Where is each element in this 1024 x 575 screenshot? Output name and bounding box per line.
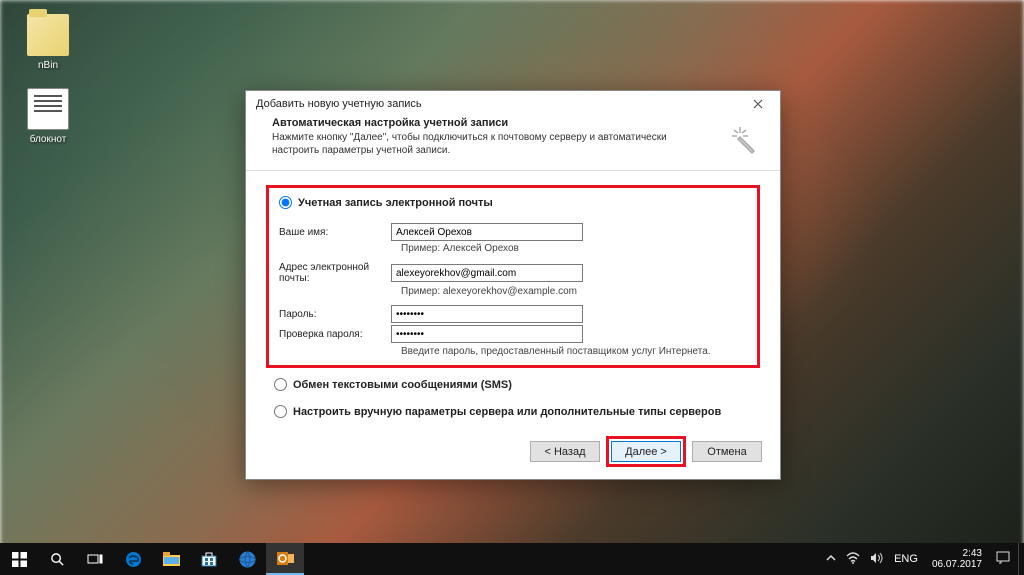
show-desktop-peek[interactable]: [1018, 543, 1024, 575]
start-button[interactable]: [0, 543, 38, 575]
next-button-highlight: Далее >: [606, 436, 686, 467]
folder-icon: [27, 14, 69, 56]
dialog-titlebar[interactable]: Добавить новую учетную запись: [246, 91, 780, 115]
cancel-button[interactable]: Отмена: [692, 441, 762, 462]
volume-icon[interactable]: [870, 552, 884, 567]
taskbar-explorer[interactable]: [152, 543, 190, 575]
password-input[interactable]: [391, 305, 583, 323]
taskbar-outlook[interactable]: [266, 543, 304, 575]
explorer-icon: [163, 552, 180, 566]
desktop-icon-label: блокнот: [18, 134, 78, 145]
add-account-dialog: Добавить новую учетную запись Автоматиче…: [245, 90, 781, 480]
clock-time: 2:43: [932, 548, 982, 560]
name-label: Ваше имя:: [279, 227, 391, 238]
clock-date: 06.07.2017: [932, 559, 982, 571]
taskbar-search[interactable]: [38, 543, 76, 575]
name-input[interactable]: [391, 223, 583, 241]
radio-manual-input[interactable]: [274, 405, 287, 418]
email-example: Пример: alexeyorekhov@example.com: [401, 286, 747, 297]
taskbar-taskview[interactable]: [76, 543, 114, 575]
taskbar-store[interactable]: [190, 543, 228, 575]
email-option-highlight: Учетная запись электронной почты Ваше им…: [266, 185, 760, 368]
taskbar-edge[interactable]: [114, 543, 152, 575]
radio-email-label: Учетная запись электронной почты: [298, 197, 493, 209]
password-confirm-input[interactable]: [391, 325, 583, 343]
outlook-icon: [277, 550, 294, 567]
desktop-icon-label: nBin: [18, 60, 78, 71]
clock[interactable]: 2:43 06.07.2017: [928, 548, 986, 571]
password-hint: Введите пароль, предоставленный поставщи…: [401, 346, 747, 357]
radio-email-input[interactable]: [279, 196, 292, 209]
dialog-body: Учетная запись электронной почты Ваше им…: [246, 171, 780, 442]
tray-chevron-icon[interactable]: [826, 552, 836, 566]
email-input[interactable]: [391, 264, 583, 282]
radio-sms-input[interactable]: [274, 378, 287, 391]
radio-manual[interactable]: Настроить вручную параметры сервера или …: [274, 405, 760, 418]
windows-icon: [12, 552, 27, 567]
dialog-footer: < Назад Далее > Отмена: [530, 436, 762, 467]
taskbar-spacer: [304, 543, 818, 575]
wizard-icon: [726, 121, 762, 157]
globe-icon: [239, 551, 256, 568]
radio-manual-label: Настроить вручную параметры сервера или …: [293, 406, 721, 418]
radio-sms-label: Обмен текстовыми сообщениями (SMS): [293, 379, 512, 391]
close-button[interactable]: [744, 95, 772, 113]
search-icon: [50, 552, 65, 567]
radio-email-account[interactable]: Учетная запись электронной почты: [279, 196, 747, 209]
password2-label: Проверка пароля:: [279, 329, 391, 340]
dialog-header: Автоматическая настройка учетной записи …: [246, 115, 780, 171]
dialog-title: Добавить новую учетную запись: [256, 98, 422, 110]
email-label: Адрес электронной почты:: [279, 262, 391, 284]
desktop-icon-folder[interactable]: nBin: [18, 14, 78, 71]
back-button[interactable]: < Назад: [530, 441, 600, 462]
edge-icon: [125, 551, 142, 568]
notepad-icon: [27, 88, 69, 130]
taskbar-app-blue[interactable]: [228, 543, 266, 575]
store-icon: [201, 552, 217, 567]
taskbar[interactable]: ENG 2:43 06.07.2017: [0, 543, 1024, 575]
system-tray[interactable]: ENG 2:43 06.07.2017: [818, 543, 1018, 575]
taskview-icon: [87, 553, 103, 565]
dialog-subtitle: Автоматическая настройка учетной записи: [272, 117, 762, 129]
name-example: Пример: Алексей Орехов: [401, 243, 747, 254]
notifications-icon[interactable]: [996, 551, 1010, 567]
desktop-icon-notepad[interactable]: блокнот: [18, 88, 78, 145]
password-label: Пароль:: [279, 309, 391, 320]
language-indicator[interactable]: ENG: [894, 553, 918, 565]
next-button[interactable]: Далее >: [611, 441, 681, 462]
dialog-description: Нажмите кнопку "Далее", чтобы подключить…: [272, 131, 762, 157]
radio-sms[interactable]: Обмен текстовыми сообщениями (SMS): [274, 378, 760, 391]
close-icon: [753, 99, 763, 109]
network-icon[interactable]: [846, 552, 860, 567]
